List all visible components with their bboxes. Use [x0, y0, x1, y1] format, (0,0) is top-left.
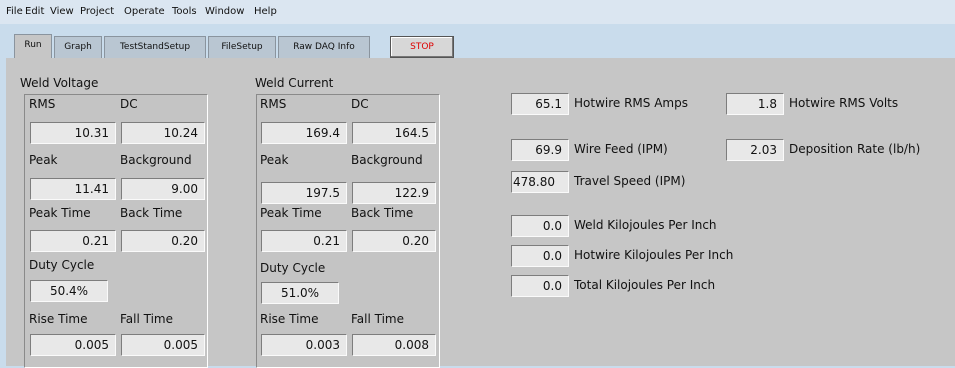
weld-voltage-title: Weld Voltage	[20, 76, 99, 90]
deposition-rate-label: Deposition Rate (lb/h)	[789, 142, 921, 156]
wc-rms-indicator: 169.4	[261, 122, 347, 144]
wv-background-indicator: 9.00	[121, 178, 205, 200]
hotwire-rms-amps-indicator: 65.1	[511, 93, 569, 115]
tab-filesetup[interactable]: FileSetup	[208, 36, 276, 58]
wv-dc-label: DC	[120, 97, 138, 111]
tab-teststandsetup[interactable]: TestStandSetup	[104, 36, 206, 58]
tab-graph[interactable]: Graph	[54, 36, 102, 58]
wv-peak-label: Peak	[29, 153, 58, 167]
wire-feed-indicator: 69.9	[511, 139, 569, 161]
wv-peak-indicator: 11.41	[30, 178, 116, 200]
run-panel: Weld Voltage RMS DC 10.31 10.24 Peak Bac…	[6, 58, 955, 368]
wc-rise-time-label: Rise Time	[260, 312, 319, 326]
wv-peak-time-indicator: 0.21	[30, 230, 116, 252]
wc-rise-time-indicator: 0.003	[261, 334, 347, 356]
wv-back-time-indicator: 0.20	[121, 230, 205, 252]
wc-back-time-indicator: 0.20	[352, 230, 436, 252]
wv-duty-cycle-indicator: 50.4%	[30, 280, 108, 302]
hotwire-kj-label: Hotwire Kilojoules Per Inch	[574, 248, 734, 262]
weld-kj-indicator: 0.0	[511, 215, 569, 237]
stop-button[interactable]: STOP	[390, 36, 454, 58]
wv-back-time-label: Back Time	[120, 206, 183, 220]
menu-window[interactable]: Window	[205, 6, 244, 17]
hotwire-kj-indicator: 0.0	[511, 245, 569, 267]
wc-fall-time-indicator: 0.008	[352, 334, 436, 356]
wv-rms-indicator: 10.31	[30, 122, 116, 144]
menu-bar: File Edit View Project Operate Tools Win…	[0, 0, 955, 24]
wc-rms-label: RMS	[260, 97, 287, 111]
wc-background-indicator: 122.9	[352, 182, 436, 204]
menu-project[interactable]: Project	[80, 6, 114, 17]
deposition-rate-indicator: 2.03	[726, 139, 784, 161]
hotwire-rms-amps-label: Hotwire RMS Amps	[574, 96, 688, 110]
menu-file[interactable]: File	[6, 6, 23, 17]
wv-rms-label: RMS	[29, 97, 56, 111]
hotwire-rms-volts-indicator: 1.8	[726, 93, 784, 115]
wc-peak-time-indicator: 0.21	[261, 230, 347, 252]
total-kj-indicator: 0.0	[511, 275, 569, 297]
wv-fall-time-label: Fall Time	[120, 312, 174, 326]
menu-operate[interactable]: Operate	[124, 6, 165, 17]
tab-run[interactable]: Run	[14, 34, 52, 60]
hotwire-rms-volts-label: Hotwire RMS Volts	[789, 96, 899, 110]
wv-background-label: Background	[120, 153, 192, 167]
wv-rise-time-indicator: 0.005	[30, 334, 116, 356]
wc-background-label: Background	[351, 153, 423, 167]
wv-dc-indicator: 10.24	[121, 122, 205, 144]
weld-kj-label: Weld Kilojoules Per Inch	[574, 218, 717, 232]
menu-tools[interactable]: Tools	[172, 6, 197, 17]
wc-peak-label: Peak	[260, 153, 289, 167]
wv-rise-time-label: Rise Time	[29, 312, 88, 326]
wv-duty-cycle-label: Duty Cycle	[29, 258, 95, 272]
travel-speed-indicator: 478.80	[511, 171, 569, 193]
wc-peak-indicator: 197.5	[261, 182, 347, 204]
weld-current-title: Weld Current	[255, 76, 334, 90]
wire-feed-label: Wire Feed (IPM)	[574, 142, 668, 156]
wc-peak-time-label: Peak Time	[260, 206, 322, 220]
wc-back-time-label: Back Time	[351, 206, 414, 220]
wv-peak-time-label: Peak Time	[29, 206, 91, 220]
wc-duty-cycle-label: Duty Cycle	[260, 261, 326, 275]
wc-dc-label: DC	[351, 97, 369, 111]
tab-raw-daq-info[interactable]: Raw DAQ Info	[278, 36, 370, 58]
wc-fall-time-label: Fall Time	[351, 312, 405, 326]
total-kj-label: Total Kilojoules Per Inch	[574, 278, 716, 292]
menu-view[interactable]: View	[50, 6, 74, 17]
menu-edit[interactable]: Edit	[25, 6, 44, 17]
wc-dc-indicator: 164.5	[352, 122, 436, 144]
wc-duty-cycle-indicator: 51.0%	[261, 282, 339, 304]
wv-fall-time-indicator: 0.005	[121, 334, 205, 356]
menu-help[interactable]: Help	[254, 6, 277, 17]
tab-strip: Run Graph TestStandSetup FileSetup Raw D…	[0, 24, 955, 60]
travel-speed-label: Travel Speed (IPM)	[574, 174, 686, 188]
